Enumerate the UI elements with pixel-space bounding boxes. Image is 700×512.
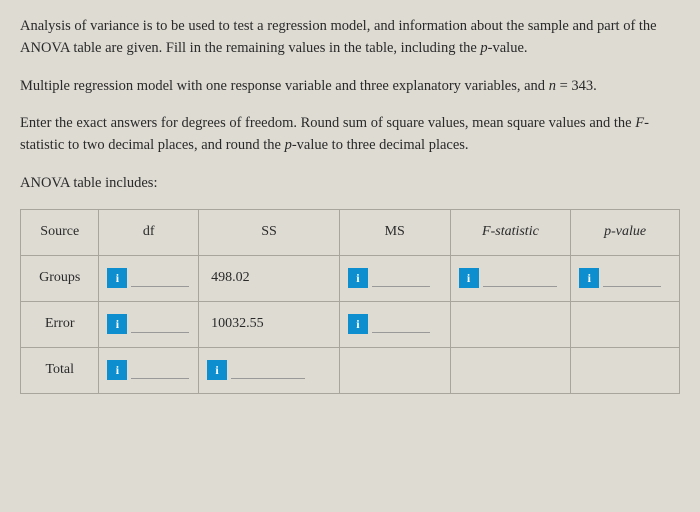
text: Enter the exact answers for degrees of f… bbox=[20, 115, 635, 131]
n-italic: n bbox=[549, 78, 556, 94]
info-icon[interactable]: i bbox=[107, 268, 127, 288]
text: -value to three decimal places. bbox=[292, 137, 469, 153]
anova-table: Source df SS MS F-statistic p-value Grou… bbox=[20, 209, 680, 394]
info-icon[interactable]: i bbox=[207, 360, 227, 380]
empty-cell bbox=[339, 347, 450, 393]
text: -value. bbox=[488, 40, 528, 56]
df-total-input[interactable] bbox=[131, 361, 189, 379]
df-groups-input[interactable] bbox=[131, 269, 189, 287]
table-row-total: Total i i bbox=[21, 347, 680, 393]
header-source: Source bbox=[21, 209, 99, 255]
header-pvalue-text: p-value bbox=[604, 224, 646, 239]
ss-groups-value: 498.02 bbox=[207, 270, 331, 286]
ms-groups-input[interactable] bbox=[372, 269, 430, 287]
info-icon[interactable]: i bbox=[348, 268, 368, 288]
header-pvalue: p-value bbox=[571, 209, 680, 255]
paragraph-rounding: Enter the exact answers for degrees of f… bbox=[20, 113, 680, 157]
paragraph-model-desc: Multiple regression model with one respo… bbox=[20, 76, 680, 98]
row-label-total: Total bbox=[21, 347, 99, 393]
table-row-error: Error i 10032.55 i bbox=[21, 301, 680, 347]
anova-table-label: ANOVA table includes: bbox=[20, 173, 680, 195]
f-italic: F bbox=[635, 115, 644, 131]
p-italic: p bbox=[480, 40, 487, 56]
header-fstat-text: F-statistic bbox=[482, 224, 539, 239]
info-icon[interactable]: i bbox=[459, 268, 479, 288]
empty-cell bbox=[450, 347, 571, 393]
table-header-row: Source df SS MS F-statistic p-value bbox=[21, 209, 680, 255]
header-fstat: F-statistic bbox=[450, 209, 571, 255]
header-ms: MS bbox=[339, 209, 450, 255]
empty-cell bbox=[571, 301, 680, 347]
df-error-input[interactable] bbox=[131, 315, 189, 333]
fstat-input[interactable] bbox=[483, 269, 557, 287]
empty-cell bbox=[450, 301, 571, 347]
pvalue-input[interactable] bbox=[603, 269, 661, 287]
ms-error-input[interactable] bbox=[372, 315, 430, 333]
header-ss: SS bbox=[199, 209, 340, 255]
info-icon[interactable]: i bbox=[579, 268, 599, 288]
info-icon[interactable]: i bbox=[107, 314, 127, 334]
info-icon[interactable]: i bbox=[107, 360, 127, 380]
row-label-groups: Groups bbox=[21, 255, 99, 301]
table-row-groups: Groups i 498.02 i i i bbox=[21, 255, 680, 301]
header-df: df bbox=[99, 209, 199, 255]
text: Analysis of variance is to be used to te… bbox=[20, 18, 657, 56]
row-label-error: Error bbox=[21, 301, 99, 347]
text: = 343. bbox=[556, 78, 597, 94]
empty-cell bbox=[571, 347, 680, 393]
ss-error-value: 10032.55 bbox=[207, 316, 331, 332]
info-icon[interactable]: i bbox=[348, 314, 368, 334]
ss-total-input[interactable] bbox=[231, 361, 305, 379]
paragraph-instruction-1: Analysis of variance is to be used to te… bbox=[20, 16, 680, 60]
p-italic: p bbox=[285, 137, 292, 153]
text: Multiple regression model with one respo… bbox=[20, 78, 549, 94]
